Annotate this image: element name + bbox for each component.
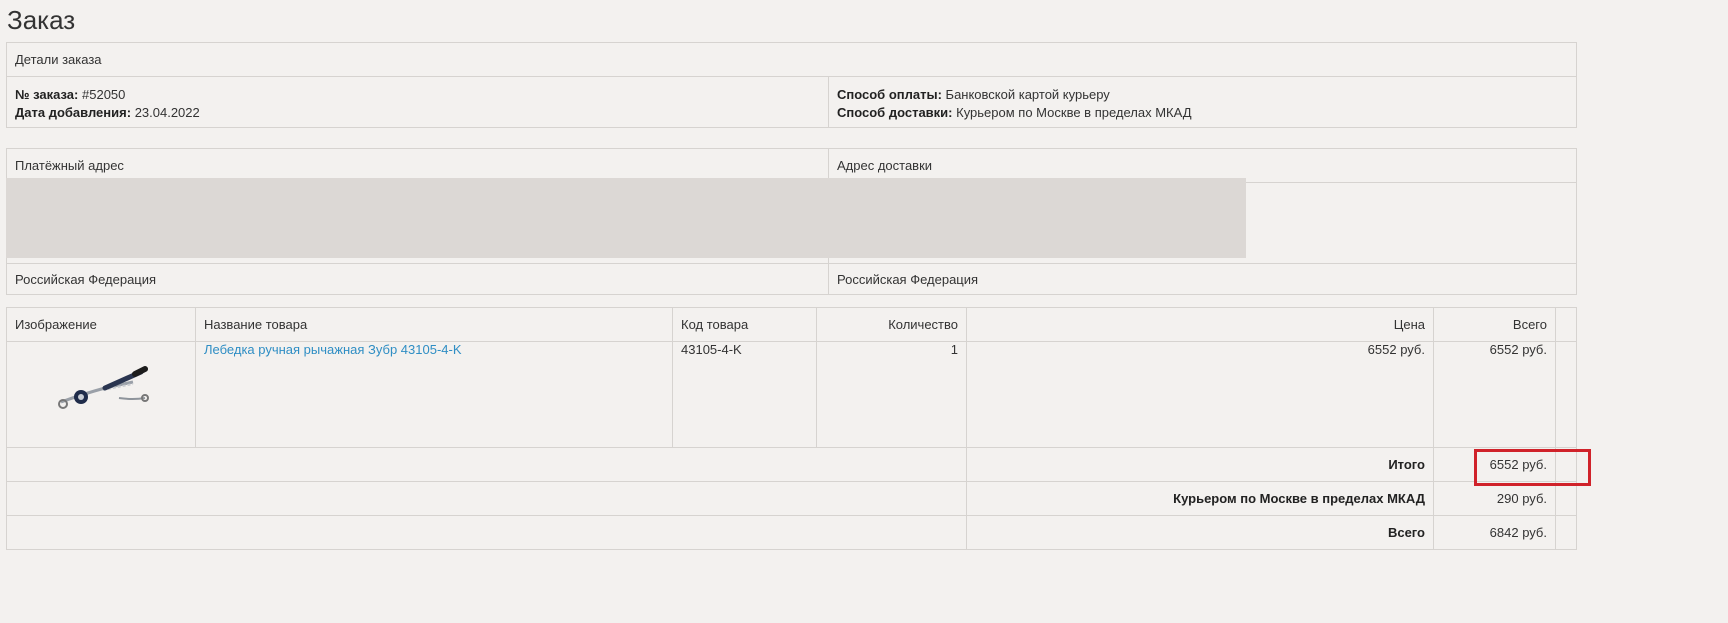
order-details-table: Детали заказа № заказа: #52050 Дата доба… <box>5 42 1578 128</box>
products-table: Изображение Название товара Код товара К… <box>6 307 1577 550</box>
totals-spacer <box>6 515 967 550</box>
subtotal-label: Итого <box>966 447 1434 482</box>
redacted-address-block <box>6 178 1246 258</box>
col-filler <box>1555 307 1577 342</box>
col-total-header: Всего <box>1433 307 1556 342</box>
payment-address-country: Российская Федерация <box>6 263 829 295</box>
totals-spacer <box>6 481 967 516</box>
totals-filler <box>1555 515 1577 550</box>
grand-total-row: Всего 6842 руб. <box>6 515 1577 550</box>
grand-total-value: 6842 руб. <box>1433 515 1556 550</box>
delivery-method-label: Способ доставки: <box>837 105 953 120</box>
order-info-cell: № заказа: #52050 Дата добавления: 23.04.… <box>6 76 829 128</box>
shipping-row: Курьером по Москве в пределах МКАД 290 р… <box>6 481 1577 516</box>
col-price-header: Цена <box>966 307 1434 342</box>
order-number: #52050 <box>82 87 126 102</box>
product-total: 6552 руб. <box>1433 341 1556 448</box>
method-info-cell: Способ оплаты: Банковской картой курьеру… <box>827 76 1578 128</box>
product-image-cell <box>6 341 196 448</box>
delivery-method: Курьером по Москве в пределах МКАД <box>956 105 1192 120</box>
product-code: 43105-4-K <box>672 341 817 448</box>
totals-spacer <box>6 447 967 482</box>
subtotal-row: Итого 6552 руб. <box>6 447 1577 482</box>
winch-image[interactable] <box>53 364 149 414</box>
order-number-label: № заказа: <box>15 87 79 102</box>
page-title: Заказ <box>7 5 76 35</box>
date-added-label: Дата добавления: <box>15 105 132 120</box>
table-row: Лебедка ручная рычажная Зубр 43105-4-K 4… <box>6 341 1577 448</box>
grand-total-label: Всего <box>966 515 1434 550</box>
col-image-header: Изображение <box>6 307 196 342</box>
product-filler <box>1555 341 1577 448</box>
col-quantity-header: Количество <box>816 307 967 342</box>
col-name-header: Название товара <box>195 307 673 342</box>
date-added: 23.04.2022 <box>134 105 200 120</box>
product-name-cell: Лебедка ручная рычажная Зубр 43105-4-K <box>195 341 673 448</box>
subtotal-highlight-box <box>1474 449 1591 486</box>
shipping-address-country: Российская Федерация <box>828 263 1577 295</box>
product-quantity: 1 <box>816 341 967 448</box>
payment-method-label: Способ оплаты: <box>837 87 942 102</box>
totals-filler <box>1555 481 1577 516</box>
product-name-link[interactable]: Лебедка ручная рычажная Зубр 43105-4-K <box>204 342 462 357</box>
payment-method: Банковской картой курьеру <box>945 87 1110 102</box>
col-code-header: Код товара <box>672 307 817 342</box>
shipping-value: 290 руб. <box>1433 481 1556 516</box>
order-details-header: Детали заказа <box>5 42 1578 77</box>
product-price: 6552 руб. <box>966 341 1434 448</box>
shipping-label: Курьером по Москве в пределах МКАД <box>966 481 1434 516</box>
